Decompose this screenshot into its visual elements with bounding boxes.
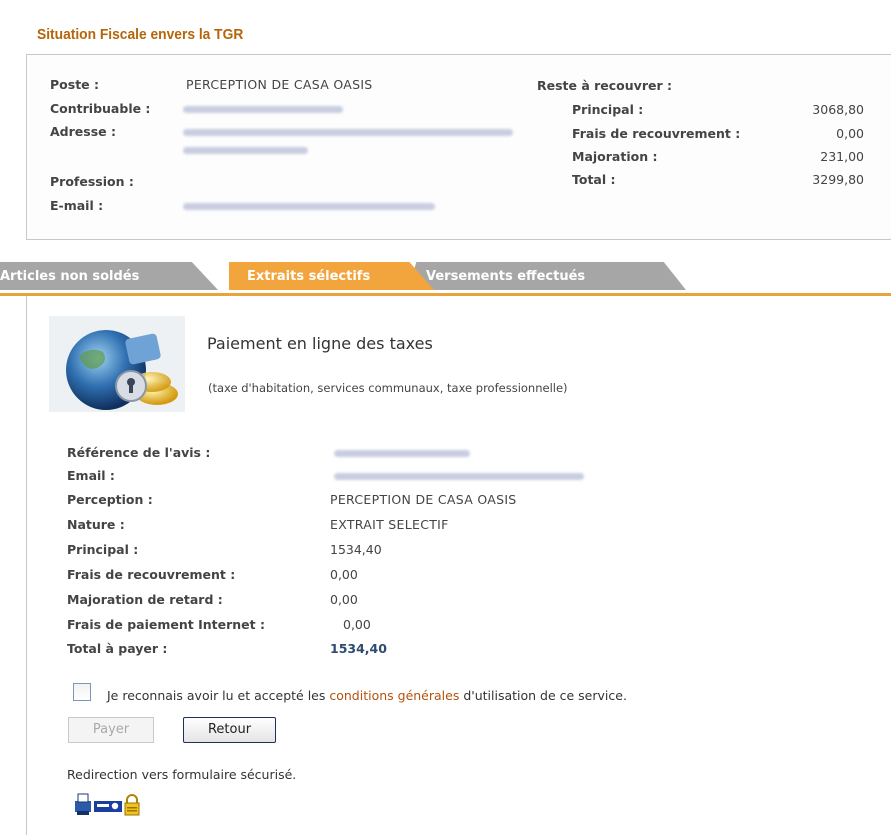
total-to-pay-value: 1534,40: [330, 641, 387, 656]
page-title: Situation Fiscale envers la TGR: [37, 26, 244, 43]
terms-prefix: Je reconnais avoir lu et accepté les: [107, 688, 330, 703]
terms-checkbox[interactable]: [73, 683, 91, 701]
summary-principal-value: 3068,80: [812, 102, 864, 117]
reference-label: Référence de l'avis :: [67, 445, 211, 460]
summary-principal-label: Principal :: [572, 102, 644, 117]
back-button[interactable]: Retour: [183, 717, 276, 743]
globe-coin-lock-icon: [49, 316, 185, 412]
tab-extraits-selectifs[interactable]: Extraits sélectifs: [229, 262, 434, 290]
summary-total-label: Total :: [572, 172, 616, 187]
contribuable-label: Contribuable :: [50, 101, 151, 116]
perception-value: PERCEPTION DE CASA OASIS: [330, 492, 517, 507]
terms-link[interactable]: conditions générales: [329, 688, 459, 703]
payment-frais-value: 0,00: [330, 567, 358, 582]
adresse-label: Adresse :: [50, 124, 116, 139]
poste-value: PERCEPTION DE CASA OASIS: [186, 77, 373, 92]
internet-fees-value: 0,00: [343, 617, 371, 632]
pay-button[interactable]: Payer: [68, 717, 154, 743]
reste-label: Reste à recouvrer :: [537, 78, 672, 93]
nature-label: Nature :: [67, 517, 125, 532]
summary-frais-label: Frais de recouvrement :: [572, 126, 741, 141]
adresse-value-redacted: [183, 129, 513, 136]
poste-label: Poste :: [50, 77, 99, 92]
payment-email-value-redacted: [334, 473, 584, 480]
tab-articles-non-soldes[interactable]: Articles non soldés: [0, 262, 218, 290]
printer-icon: [75, 793, 91, 815]
secure-key-icon: [94, 801, 122, 812]
terms-text: Je reconnais avoir lu et accepté les con…: [107, 688, 627, 703]
payment-majoration-label: Majoration de retard :: [67, 592, 223, 607]
adresse-value-redacted-line2: [183, 147, 308, 154]
reference-value-redacted: [334, 450, 470, 457]
payment-frais-label: Frais de recouvrement :: [67, 567, 236, 582]
nature-value: EXTRAIT SELECTIF: [330, 517, 449, 532]
summary-total-value: 3299,80: [812, 172, 864, 187]
email-label: E-mail :: [50, 198, 104, 213]
tab-bar: Articles non soldés Versements effectués…: [0, 262, 891, 296]
internet-fees-label: Frais de paiement Internet :: [67, 617, 265, 632]
total-to-pay-label: Total à payer :: [67, 641, 168, 656]
summary-majoration-label: Majoration :: [572, 149, 658, 164]
payment-title: Paiement en ligne des taxes: [207, 334, 433, 353]
perception-label: Perception :: [67, 492, 153, 507]
padlock-icon: [124, 794, 140, 816]
security-icons: [73, 792, 193, 818]
summary-frais-value: 0,00: [836, 126, 864, 141]
payment-email-label: Email :: [67, 468, 115, 483]
summary-majoration-value: 231,00: [820, 149, 864, 164]
payment-principal-value: 1534,40: [330, 542, 382, 557]
payment-majoration-value: 0,00: [330, 592, 358, 607]
profession-label: Profession :: [50, 174, 134, 189]
tax-summary-box: [26, 54, 891, 240]
payment-principal-label: Principal :: [67, 542, 139, 557]
terms-suffix: d'utilisation de ce service.: [459, 688, 627, 703]
email-value-redacted: [183, 203, 435, 210]
tab-versements-effectues[interactable]: Versements effectués: [408, 262, 686, 290]
redirect-text: Redirection vers formulaire sécurisé.: [67, 767, 297, 782]
payment-subtitle: (taxe d'habitation, services communaux, …: [208, 381, 568, 395]
contribuable-value-redacted: [183, 106, 343, 113]
